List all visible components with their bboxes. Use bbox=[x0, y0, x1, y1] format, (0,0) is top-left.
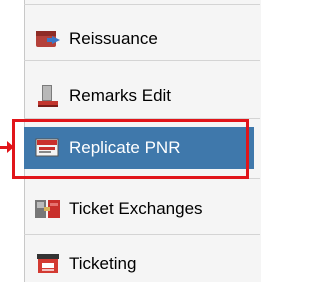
arrow-right-icon bbox=[7, 141, 14, 153]
menu-separator bbox=[24, 4, 260, 5]
menu-item-label: Ticket Exchanges bbox=[69, 199, 203, 218]
menu-item-ticket-exchanges[interactable]: Ticket Exchanges bbox=[24, 188, 254, 230]
menu-separator bbox=[24, 234, 260, 235]
menu-item-remarks-edit[interactable]: Remarks Edit bbox=[24, 75, 254, 117]
menu-item-ticketing[interactable]: Ticketing bbox=[24, 243, 254, 285]
ticket-exchanges-icon bbox=[34, 197, 62, 221]
ticketing-icon bbox=[34, 252, 62, 276]
menu-item-label: Remarks Edit bbox=[69, 86, 172, 105]
menu-item-label: Reissuance bbox=[69, 29, 158, 48]
menu-item-label: Ticketing bbox=[69, 254, 137, 273]
reissuance-icon bbox=[34, 27, 62, 51]
menu-separator bbox=[24, 60, 260, 61]
menu-item-reissuance[interactable]: Reissuance bbox=[24, 18, 254, 60]
remarks-edit-icon bbox=[34, 84, 62, 108]
highlight-box bbox=[12, 119, 249, 179]
